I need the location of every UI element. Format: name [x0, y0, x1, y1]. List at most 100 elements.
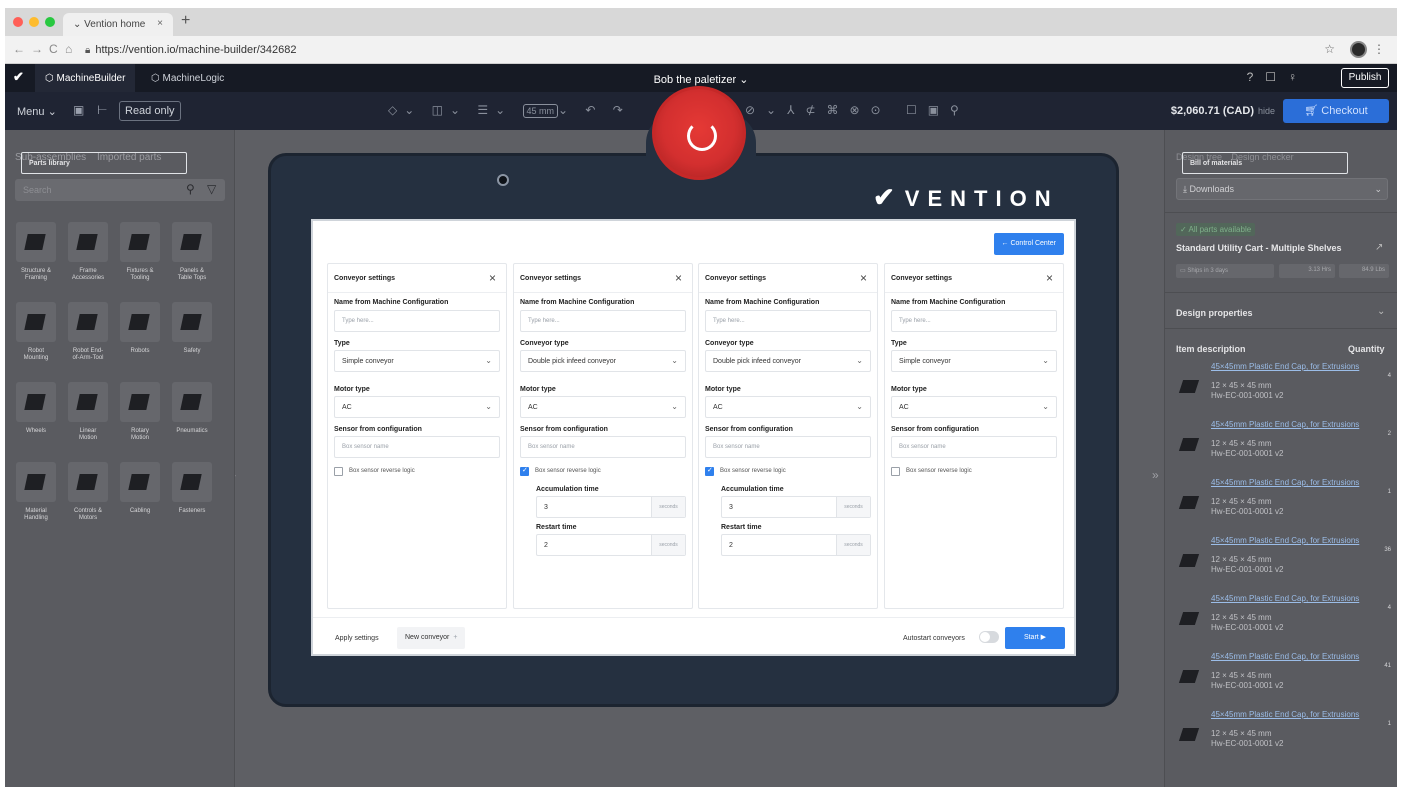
close-tab-icon[interactable]: ×: [157, 18, 163, 29]
close-icon[interactable]: ×: [860, 271, 867, 285]
close-icon[interactable]: ×: [675, 271, 682, 285]
parts-search-input[interactable]: Search ⚲ ▽: [15, 179, 225, 201]
bom-item[interactable]: 45×45mm Plastic End Cap, for Extrusions 1…: [1165, 710, 1397, 768]
conveyor-type-select[interactable]: Double pick infeed conveyor ⌄: [705, 350, 871, 372]
bom-item[interactable]: 45×45mm Plastic End Cap, for Extrusions 1…: [1165, 536, 1397, 594]
part-category[interactable]: Safety: [167, 302, 217, 355]
sensor-input[interactable]: Box sensor name: [705, 436, 871, 458]
back-icon[interactable]: ←: [13, 42, 25, 56]
part-category[interactable]: Structure & Framing: [11, 222, 61, 282]
bom-item[interactable]: 45×45mm Plastic End Cap, for Extrusions 1…: [1165, 362, 1397, 420]
view-tools[interactable]: ◇⌄ ◫⌄ ☰⌄ 45 mm ⌄ ↶ ↷: [388, 103, 630, 118]
bom-item-name[interactable]: 45×45mm Plastic End Cap, for Extrusions: [1211, 362, 1361, 371]
part-category[interactable]: Fixtures & Tooling: [115, 222, 165, 282]
design-properties-toggle[interactable]: Design properties: [1176, 308, 1253, 318]
project-name[interactable]: Bob the paletizer ⌄: [5, 73, 1397, 86]
downloads-dropdown[interactable]: ⤓ Downloads ⌄: [1176, 178, 1388, 200]
bom-item[interactable]: 45×45mm Plastic End Cap, for Extrusions 1…: [1165, 652, 1397, 710]
restart-time-input[interactable]: 2 seconds: [721, 534, 871, 556]
part-category[interactable]: Robot Mounting: [11, 302, 61, 362]
bom-item-name[interactable]: 45×45mm Plastic End Cap, for Extrusions: [1211, 478, 1361, 487]
part-category[interactable]: Panels & Table Tops: [167, 222, 217, 282]
external-link-icon[interactable]: ↗: [1375, 242, 1383, 253]
part-category[interactable]: Wheels: [11, 382, 61, 435]
new-conveyor-button[interactable]: New conveyor +: [397, 627, 466, 649]
control-center-button[interactable]: ← Control Center: [993, 233, 1064, 255]
close-icon[interactable]: ×: [1046, 271, 1053, 285]
part-category[interactable]: Pneumatics: [167, 382, 217, 435]
chevron-down-icon[interactable]: ⌄: [1377, 306, 1385, 317]
part-category[interactable]: Rotary Motion: [115, 382, 165, 442]
menu-button[interactable]: Menu ⌄: [17, 105, 57, 118]
browser-menu-icon[interactable]: ⋮: [1373, 42, 1385, 56]
maximize-window-icon[interactable]: [45, 17, 55, 27]
sensor-input[interactable]: Box sensor name: [520, 436, 686, 458]
bookmark-star-icon[interactable]: ☆: [1324, 42, 1335, 56]
name-input[interactable]: Type here...: [520, 310, 686, 332]
checkout-button[interactable]: 🛒︎ Checkout: [1283, 99, 1389, 123]
reverse-logic-checkbox[interactable]: [334, 467, 343, 476]
conveyor-type-select[interactable]: Double pick infeed conveyor ⌄: [520, 350, 686, 372]
filter-icon[interactable]: ▽: [207, 182, 216, 196]
forward-icon[interactable]: →: [31, 42, 43, 56]
restart-time-input[interactable]: 2 seconds: [536, 534, 686, 556]
url-field[interactable]: 🔒︎ https://vention.io/machine-builder/342…: [85, 44, 297, 56]
part-category[interactable]: Controls & Motors: [63, 462, 113, 522]
reverse-logic-checkbox[interactable]: [705, 466, 714, 476]
bom-item[interactable]: 45×45mm Plastic End Cap, for Extrusions 1…: [1165, 594, 1397, 652]
name-input[interactable]: Type here...: [334, 310, 500, 332]
part-category[interactable]: Material Handling: [11, 462, 61, 522]
part-category[interactable]: Cabling: [115, 462, 165, 515]
name-input[interactable]: Type here...: [891, 310, 1057, 332]
bom-item[interactable]: 45×45mm Plastic End Cap, for Extrusions 1…: [1165, 420, 1397, 478]
sensor-input[interactable]: Box sensor name: [891, 436, 1057, 458]
close-icon[interactable]: ×: [489, 271, 496, 285]
minimize-window-icon[interactable]: [29, 17, 39, 27]
motor-type-select[interactable]: AC ⌄: [334, 396, 500, 418]
bom-item[interactable]: 45×45mm Plastic End Cap, for Extrusions 1…: [1165, 478, 1397, 536]
bom-item-name[interactable]: 45×45mm Plastic End Cap, for Extrusions: [1211, 652, 1361, 661]
bom-item-name[interactable]: 45×45mm Plastic End Cap, for Extrusions: [1211, 710, 1361, 719]
header-icons[interactable]: ?☐♀: [1247, 70, 1309, 84]
emergency-stop-icon[interactable]: [652, 86, 746, 180]
start-button[interactable]: Start ▶: [1005, 627, 1065, 649]
reverse-logic-checkbox[interactable]: [520, 466, 529, 476]
reload-icon[interactable]: C: [49, 42, 58, 56]
close-window-icon[interactable]: [13, 17, 23, 27]
autostart-toggle[interactable]: [979, 631, 999, 643]
part-category[interactable]: Robots: [115, 302, 165, 355]
sensor-input[interactable]: Box sensor name: [334, 436, 500, 458]
conveyor-type-select[interactable]: Simple conveyor ⌄: [334, 350, 500, 372]
part-category[interactable]: Robot End-of-Arm-Tool: [63, 302, 113, 362]
browser-tab[interactable]: ⌄ Vention home ×: [63, 13, 173, 36]
search-icon[interactable]: ⚲: [186, 182, 195, 196]
hide-price-link[interactable]: hide: [1258, 106, 1275, 116]
bom-item-name[interactable]: 45×45mm Plastic End Cap, for Extrusions: [1211, 536, 1361, 545]
part-category[interactable]: Frame Accessories: [63, 222, 113, 282]
new-tab-icon[interactable]: +: [181, 12, 190, 30]
publish-button[interactable]: Publish: [1341, 68, 1389, 88]
save-icon[interactable]: ▣: [73, 103, 84, 117]
collapse-right-panel-icon[interactable]: »: [1152, 468, 1159, 482]
tab-parts-library[interactable]: Parts library: [21, 152, 187, 174]
unit-select[interactable]: 45 mm: [522, 104, 559, 118]
accumulation-time-input[interactable]: 3 seconds: [536, 496, 686, 518]
profile-avatar[interactable]: [1350, 41, 1367, 58]
motor-type-select[interactable]: AC ⌄: [705, 396, 871, 418]
motor-type-select[interactable]: AC ⌄: [891, 396, 1057, 418]
part-category[interactable]: Linear Motion: [63, 382, 113, 442]
motor-type-select[interactable]: AC ⌄: [520, 396, 686, 418]
branch-icon[interactable]: ⊢: [97, 103, 107, 117]
bom-item-name[interactable]: 45×45mm Plastic End Cap, for Extrusions: [1211, 420, 1361, 429]
conveyor-type-value: Double pick infeed conveyor: [713, 358, 801, 365]
edit-tools[interactable]: ⊘⌄⅄⊄⌘⊗⊙ ☐▣⚲: [745, 103, 970, 117]
part-category[interactable]: Fasteners: [167, 462, 217, 515]
apply-settings-button[interactable]: Apply settings: [335, 635, 379, 642]
bom-item-name[interactable]: 45×45mm Plastic End Cap, for Extrusions: [1211, 594, 1361, 603]
conveyor-type-select[interactable]: Simple conveyor ⌄: [891, 350, 1057, 372]
name-input[interactable]: Type here...: [705, 310, 871, 332]
accumulation-time-input[interactable]: 3 seconds: [721, 496, 871, 518]
home-icon[interactable]: ⌂: [65, 42, 72, 56]
reverse-logic-checkbox[interactable]: [891, 467, 900, 476]
tab-bill-of-materials[interactable]: Bill of materials: [1182, 152, 1348, 174]
